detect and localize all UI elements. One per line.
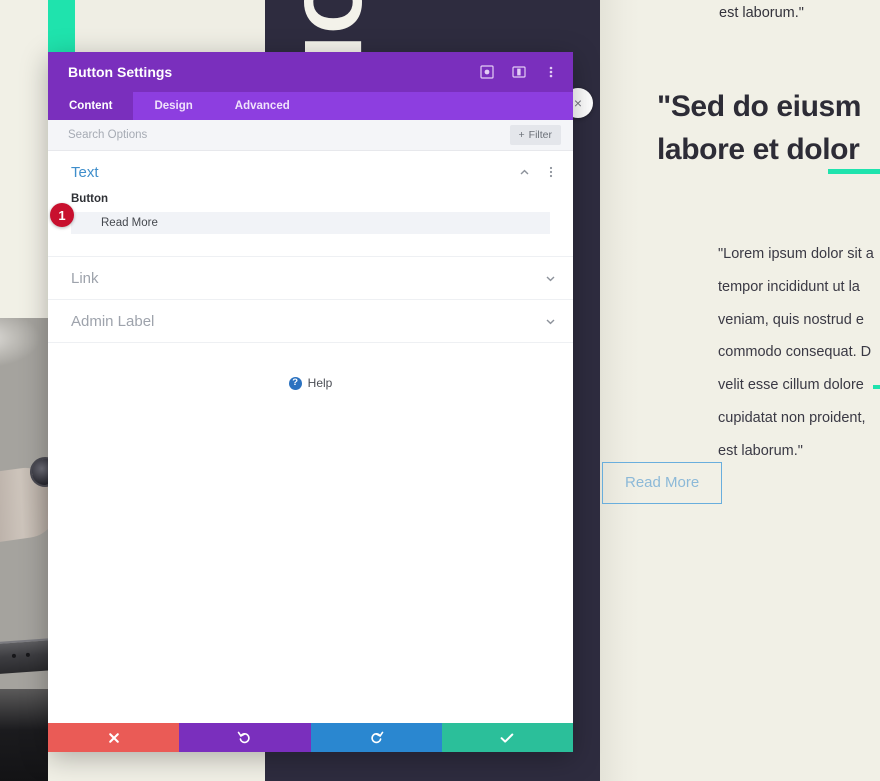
modal-title: Button Settings [68,64,173,80]
modal-body: 1 Text Button Read More Link Admin Label… [48,151,573,723]
layout-panel-icon[interactable] [511,64,527,80]
section-text: Text Button [48,151,573,257]
undo-button[interactable] [179,723,311,752]
plus-icon: + [518,129,525,141]
section-text-icons [518,166,557,179]
redo-icon [369,730,384,745]
redo-button[interactable] [310,723,442,752]
photo-shadow [0,689,48,781]
check-icon [500,732,514,744]
button-field-label: Button [71,193,109,205]
tab-content[interactable]: Content [48,92,134,120]
person-photo [0,318,48,781]
section-link: Link [48,257,573,300]
chevron-down-icon[interactable] [544,315,557,328]
kebab-menu-icon[interactable] [544,166,557,179]
section-link-icons [544,272,557,285]
question-mark-icon: ? [288,376,302,390]
modal-header: Button Settings [48,52,573,92]
filter-button-label: Filter [528,129,552,141]
focus-target-icon[interactable] [479,64,495,80]
chevron-down-icon[interactable] [544,272,557,285]
article-body: "Lorem ipsum dolor sit a tempor incididu… [718,238,880,468]
body-line: "Lorem ipsum dolor sit a [718,246,874,262]
photo-belt [0,637,48,675]
heading-underline [828,169,880,174]
cancel-button[interactable] [48,723,180,752]
article-panel: est laborum." "Sed do eiusm labore et do… [600,0,880,781]
section-link-header[interactable]: Link [48,257,573,299]
body-line: tempor incididunt ut la [718,278,860,295]
body-line: veniam, quis nostrud e [718,311,864,328]
modal-footer [48,723,573,752]
panel-shade [600,0,640,781]
save-button[interactable] [441,723,573,752]
body-line: cupidatat non proident, [718,409,866,426]
body-line: commodo consequat. D [718,344,872,361]
section-text-header[interactable]: Text [48,151,573,193]
chevron-up-icon[interactable] [518,166,531,179]
section-admin-label: Admin Label [48,300,573,343]
article-heading-line-2: labore et dolor [657,132,860,166]
body-line: est laborum." [718,442,803,459]
article-top-text: est laborum." [719,5,804,21]
button-text-input[interactable] [71,212,550,234]
section-admin-label-header[interactable]: Admin Label [48,300,573,342]
article-heading-line-1: "Sed do eiusm [657,90,862,123]
section-admin-label-title: Admin Label [71,312,155,330]
cream-background-left [0,0,48,318]
section-link-title: Link [71,269,99,287]
body-line: velit esse cillum dolore [718,377,864,394]
read-more-button[interactable]: Read More [602,462,723,504]
search-input[interactable] [68,129,510,141]
tab-advanced[interactable]: Advanced [214,92,311,120]
filter-button[interactable]: + Filter [509,125,561,145]
help-link[interactable]: ? Help [48,376,573,390]
help-label: Help [307,376,333,390]
section-text-title: Text [71,163,99,181]
search-bar: + Filter [48,120,573,151]
undo-icon [237,730,252,745]
button-settings-modal: Button Settings Content Design Advanced … [48,52,573,752]
kebab-menu-icon[interactable] [543,64,559,80]
tab-design[interactable]: Design [133,92,213,120]
article-heading: "Sed do eiusm labore et dolor [657,86,880,174]
close-icon [108,732,120,744]
section-admin-label-icons [544,315,557,328]
modal-header-icons [479,64,559,80]
step-badge-1: 1 [50,203,74,227]
body-underline [873,385,880,389]
modal-tabs: Content Design Advanced [48,92,573,120]
section-text-body: Button [48,193,573,256]
